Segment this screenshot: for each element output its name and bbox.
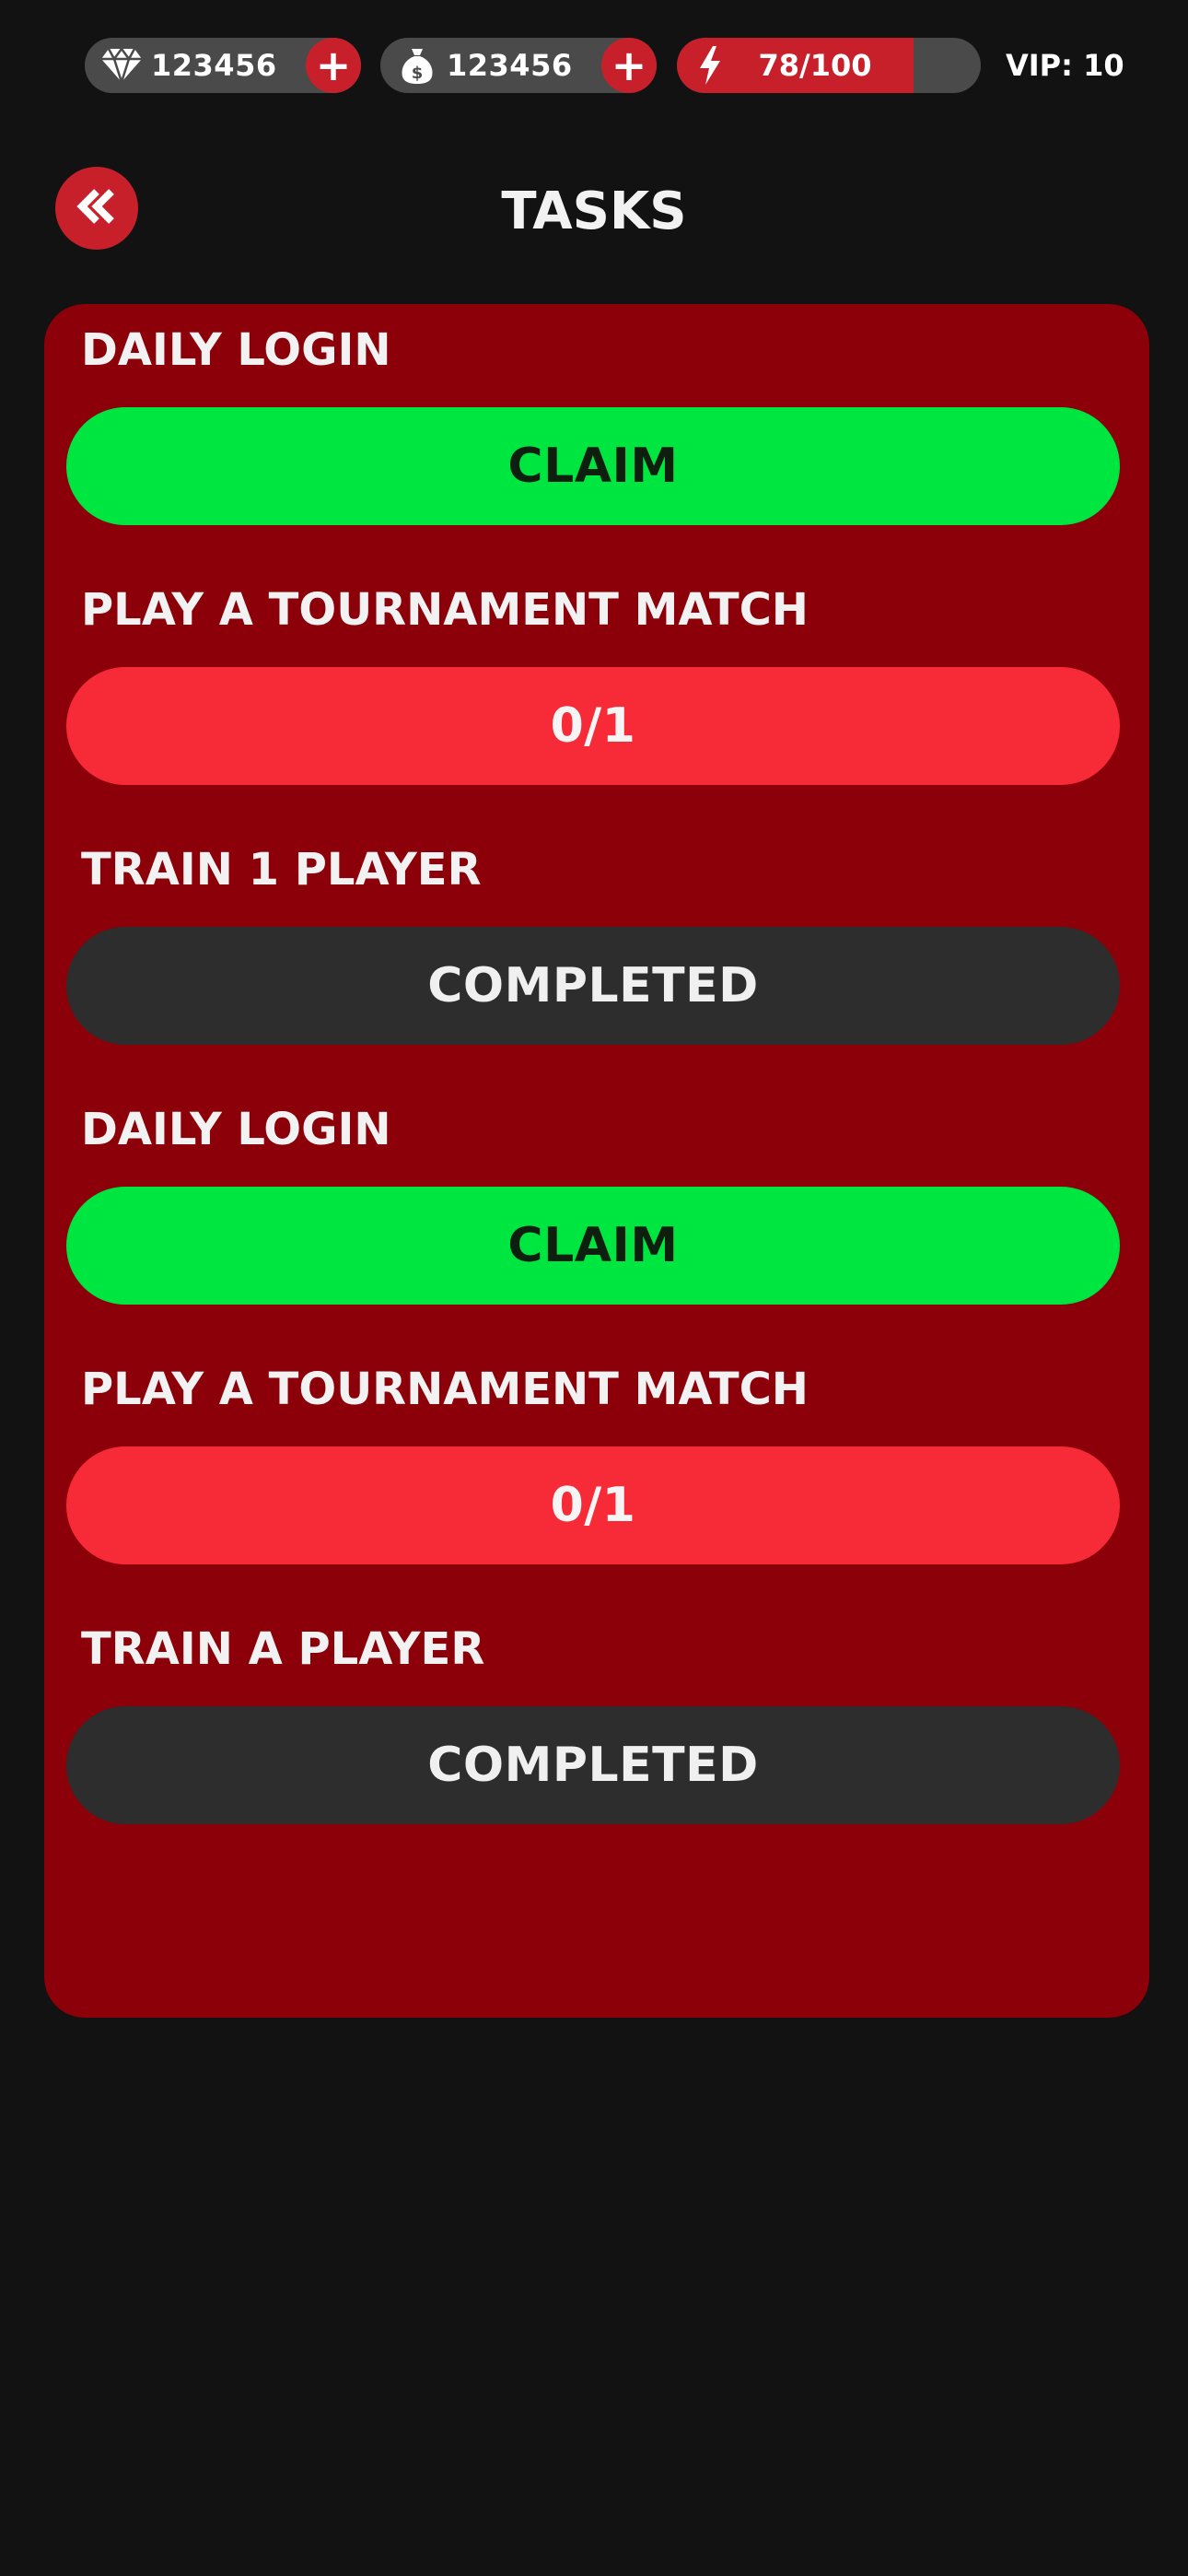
cash-value: 123456 — [447, 48, 573, 83]
task-completed-button[interactable]: COMPLETED — [66, 927, 1120, 1045]
energy-value: 78/100 — [758, 48, 872, 83]
svg-text:$: $ — [412, 64, 424, 83]
task-title: TRAIN A PLAYER — [81, 1623, 485, 1675]
energy-bar: 78/100 — [677, 38, 981, 93]
task-list: DAILY LOGIN CLAIM PLAY A TOURNAMENT MATC… — [44, 304, 1149, 2018]
task-progress-button[interactable]: 0/1 — [66, 667, 1120, 785]
task-title: PLAY A TOURNAMENT MATCH — [81, 1364, 809, 1415]
task-claim-button[interactable]: CLAIM — [66, 407, 1120, 525]
task-title: DAILY LOGIN — [81, 1104, 391, 1155]
money-bag-icon: $ — [388, 38, 447, 93]
vip-level: VIP: 10 — [1006, 48, 1124, 83]
task-completed-button[interactable]: COMPLETED — [66, 1706, 1120, 1824]
add-gems-button[interactable]: + — [306, 38, 361, 93]
task-progress-button[interactable]: 0/1 — [66, 1446, 1120, 1564]
gems-counter: 123456 + — [85, 38, 361, 93]
gems-value: 123456 — [151, 48, 277, 83]
cash-counter: $ 123456 + — [380, 38, 657, 93]
diamond-icon — [92, 38, 151, 93]
page-title: TASKS — [501, 181, 687, 241]
task-claim-button[interactable]: CLAIM — [66, 1187, 1120, 1305]
task-title: TRAIN 1 PLAYER — [81, 844, 482, 896]
add-cash-button[interactable]: + — [601, 38, 657, 93]
task-title: DAILY LOGIN — [81, 324, 391, 376]
lightning-icon — [690, 38, 730, 93]
task-title: PLAY A TOURNAMENT MATCH — [81, 584, 809, 636]
